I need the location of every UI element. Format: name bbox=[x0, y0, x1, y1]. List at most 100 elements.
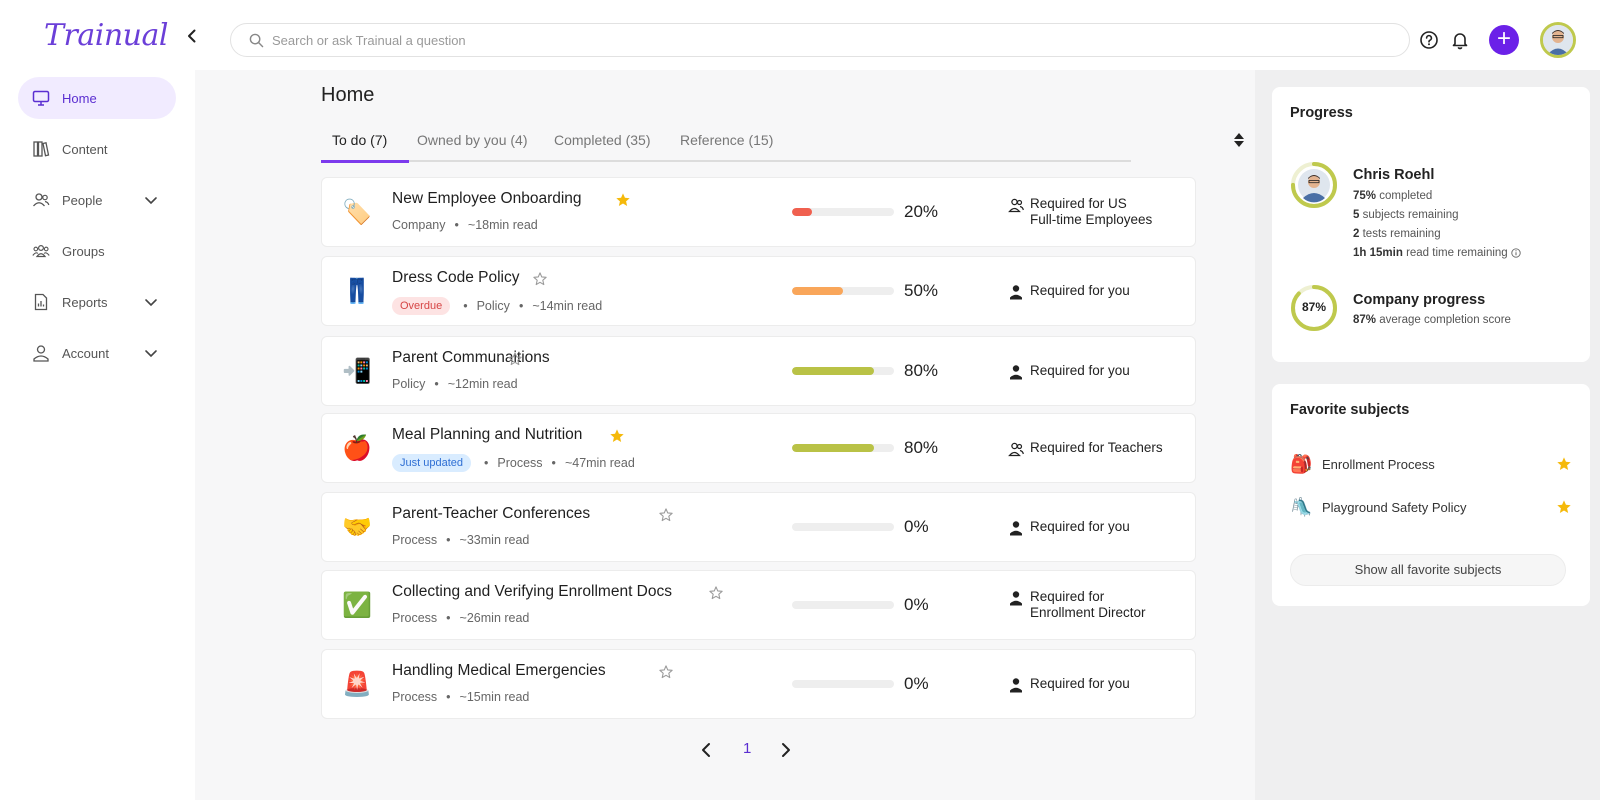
required-for: Required for Enrollment Director bbox=[1008, 589, 1146, 621]
subject-title[interactable]: New Employee Onboarding bbox=[392, 190, 582, 208]
tab-reference[interactable]: Reference (15) bbox=[680, 132, 773, 148]
subject-emoji-icon: 📲 bbox=[342, 358, 372, 385]
show-all-favorites-button[interactable]: Show all favorite subjects bbox=[1290, 554, 1566, 586]
slide-icon: 🛝 bbox=[1290, 496, 1313, 517]
subject-card[interactable]: 👖 Dress Code Policy Overdue • Policy • ~14min … bbox=[321, 256, 1196, 326]
subject-title[interactable]: Parent Communaitions bbox=[392, 349, 550, 367]
progress-card: Progress Chris Roehl 75% completed 5 sub… bbox=[1272, 87, 1590, 362]
user-progress-ring bbox=[1291, 162, 1337, 208]
subject-emoji-icon: 🏷️ bbox=[342, 199, 372, 226]
info-icon[interactable] bbox=[1511, 248, 1521, 258]
star-filled-icon[interactable] bbox=[1556, 456, 1572, 472]
overdue-badge: Overdue bbox=[392, 297, 451, 315]
meta-separator: • bbox=[484, 456, 489, 470]
sidebar-item-label: People bbox=[62, 192, 103, 208]
previous-page-icon[interactable] bbox=[699, 742, 713, 758]
star-outline-icon[interactable] bbox=[532, 271, 548, 287]
page-title: Home bbox=[321, 84, 375, 106]
groups-icon bbox=[32, 244, 50, 258]
required-for: Required for US Full-time Employees bbox=[1008, 196, 1152, 228]
user-read-time: 1h 15min read time remaining bbox=[1353, 247, 1521, 259]
sidebar-item-label: Account bbox=[62, 345, 109, 361]
star-outline-icon[interactable] bbox=[708, 585, 724, 601]
avatar[interactable] bbox=[1540, 22, 1576, 58]
subject-card[interactable]: 🍎 Meal Planning and Nutrition Just updated… bbox=[321, 413, 1196, 483]
required-for: Required for you bbox=[1008, 519, 1130, 536]
sidebar: Home Content People Groups Reports Accou… bbox=[0, 70, 195, 800]
sidebar-item-groups[interactable]: Groups bbox=[18, 230, 176, 272]
progress-bar-fill bbox=[792, 444, 874, 452]
next-page-icon[interactable] bbox=[779, 742, 793, 758]
people-icon bbox=[33, 193, 50, 207]
pagination: 1 bbox=[699, 738, 799, 762]
favorite-item[interactable]: 🛝 Playground Safety Policy bbox=[1290, 495, 1572, 519]
subject-card[interactable]: 📲 Parent Communaitions Policy • ~12min read 8… bbox=[321, 336, 1196, 406]
subject-title[interactable]: Dress Code Policy bbox=[392, 269, 520, 287]
right-panel: Progress Chris Roehl 75% completed 5 sub… bbox=[1255, 70, 1600, 800]
progress-percent: 80% bbox=[904, 438, 939, 457]
meta-separator: • bbox=[446, 611, 451, 625]
sidebar-item-label: Content bbox=[62, 141, 108, 157]
chevron-down-icon[interactable] bbox=[144, 346, 158, 360]
subject-title[interactable]: Collecting and Verifying Enrollment Docs bbox=[392, 583, 672, 601]
subject-type: Process bbox=[392, 611, 438, 625]
required-line-2: Full-time Employees bbox=[1030, 212, 1153, 227]
collapse-sidebar-icon[interactable] bbox=[184, 28, 200, 44]
chevron-down-icon[interactable] bbox=[144, 193, 158, 207]
required-for: Required for you bbox=[1008, 363, 1130, 380]
required-line-1: Required for Teachers bbox=[1030, 440, 1163, 455]
tab-completed[interactable]: Completed (35) bbox=[554, 132, 651, 148]
search-bar[interactable] bbox=[230, 23, 1410, 57]
sidebar-item-people[interactable]: People bbox=[18, 179, 176, 221]
sidebar-item-content[interactable]: Content bbox=[18, 128, 176, 170]
star-filled-icon[interactable] bbox=[1556, 499, 1572, 515]
favorite-item[interactable]: 🎒 Enrollment Process bbox=[1290, 452, 1572, 476]
report-icon bbox=[34, 293, 48, 311]
monitor-icon bbox=[32, 90, 50, 106]
progress-bar-fill bbox=[792, 287, 843, 295]
subject-title[interactable]: Handling Medical Emergencies bbox=[392, 662, 606, 680]
create-button[interactable]: + bbox=[1489, 25, 1519, 55]
star-filled-icon[interactable] bbox=[609, 428, 625, 444]
current-page[interactable]: 1 bbox=[743, 740, 751, 757]
progress-bar bbox=[792, 601, 894, 609]
search-input[interactable] bbox=[272, 32, 872, 48]
subject-type: Process bbox=[392, 533, 438, 547]
favorite-subjects-card: Favorite subjects 🎒 Enrollment Process 🛝… bbox=[1272, 384, 1590, 606]
read-time: ~18min read bbox=[467, 218, 538, 232]
bell-icon[interactable] bbox=[1450, 30, 1470, 50]
tab-owned-by-you[interactable]: Owned by you (4) bbox=[417, 132, 528, 148]
company-ring-label: 87% bbox=[1301, 300, 1327, 314]
sidebar-item-account[interactable]: Account bbox=[18, 332, 176, 374]
progress-heading: Progress bbox=[1290, 105, 1353, 121]
account-icon bbox=[33, 345, 49, 362]
sidebar-item-home[interactable]: Home bbox=[18, 77, 176, 119]
chevron-down-icon[interactable] bbox=[144, 295, 158, 309]
subject-card[interactable]: 🤝 Parent-Teacher Conferences Process • ~33mi… bbox=[321, 492, 1196, 562]
read-time: ~33min read bbox=[459, 533, 530, 547]
subject-emoji-icon: 🚨 bbox=[342, 671, 372, 698]
star-outline-icon[interactable] bbox=[658, 664, 674, 680]
subject-meta: Overdue • Policy • ~14min read bbox=[392, 297, 602, 315]
meta-separator: • bbox=[446, 533, 451, 547]
help-icon[interactable] bbox=[1419, 30, 1439, 50]
subject-card[interactable]: 🏷️ New Employee Onboarding Company • ~18min … bbox=[321, 177, 1196, 247]
subject-emoji-icon: 🍎 bbox=[342, 435, 372, 462]
meta-separator: • bbox=[551, 456, 556, 470]
progress-bar bbox=[792, 287, 894, 295]
subject-meta: Company • ~18min read bbox=[392, 218, 538, 232]
star-outline-icon[interactable] bbox=[507, 351, 523, 367]
star-filled-icon[interactable] bbox=[615, 192, 631, 208]
subject-type: Policy bbox=[392, 377, 426, 391]
progress-percent: 0% bbox=[904, 517, 929, 536]
subject-card[interactable]: 🚨 Handling Medical Emergencies Process • ~15… bbox=[321, 649, 1196, 719]
tab-to-do[interactable]: To do (7) bbox=[332, 132, 387, 148]
subject-title[interactable]: Meal Planning and Nutrition bbox=[392, 426, 582, 444]
sort-icon[interactable] bbox=[1233, 132, 1245, 148]
subject-card[interactable]: ✅ Collecting and Verifying Enrollment Doc… bbox=[321, 570, 1196, 640]
app-logo[interactable]: Trainual bbox=[44, 18, 168, 53]
progress-percent: 50% bbox=[904, 281, 939, 300]
star-outline-icon[interactable] bbox=[658, 507, 674, 523]
subject-title[interactable]: Parent-Teacher Conferences bbox=[392, 505, 590, 523]
sidebar-item-reports[interactable]: Reports bbox=[18, 281, 176, 323]
